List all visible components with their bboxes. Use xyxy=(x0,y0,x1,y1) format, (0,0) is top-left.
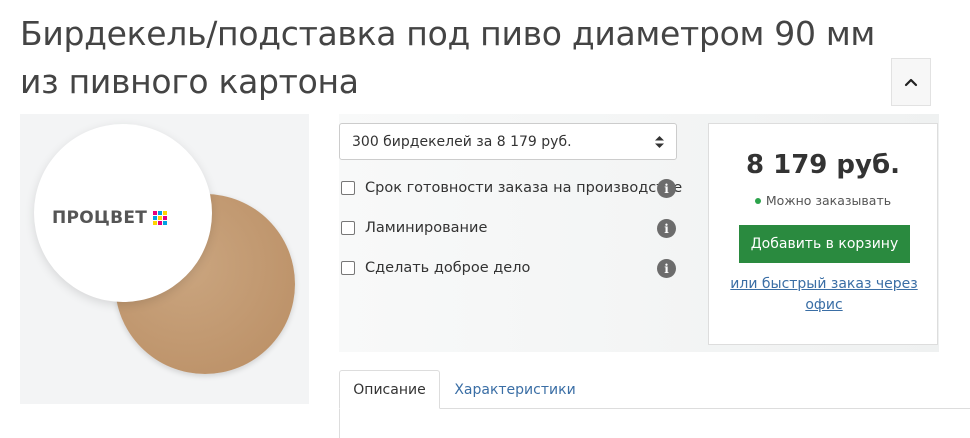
info-icon[interactable]: i xyxy=(657,259,676,278)
brand-logo: ПРОЦВЕТ xyxy=(52,208,168,228)
info-icon[interactable]: i xyxy=(657,179,676,198)
option-good-deed: Сделать доброе дело xyxy=(339,260,530,276)
sort-arrows-icon xyxy=(655,135,664,148)
good-deed-label: Сделать доброе дело xyxy=(365,260,531,276)
brand-logo-text: ПРОЦВЕТ xyxy=(52,208,148,228)
tab-panel xyxy=(339,408,970,438)
tab-characteristics[interactable]: Характеристики xyxy=(450,370,580,409)
page-title: Бирдекель/подставка под пиво диаметром 9… xyxy=(20,14,876,101)
option-production-time: Срок готовности заказа на производстве xyxy=(339,180,682,196)
info-icon[interactable]: i xyxy=(657,219,676,238)
quick-order-label: или быстрый заказ через офис xyxy=(730,276,918,313)
collapse-button[interactable] xyxy=(891,58,931,106)
quick-order-link[interactable]: или быстрый заказ через офис xyxy=(727,274,921,316)
chevron-up-icon xyxy=(904,78,918,87)
production-time-checkbox[interactable] xyxy=(341,181,355,195)
lamination-checkbox[interactable] xyxy=(341,221,355,235)
tab-description[interactable]: Описание xyxy=(339,370,440,409)
production-time-label: Срок готовности заказа на производстве xyxy=(365,180,683,196)
status-dot-icon xyxy=(754,197,761,204)
quantity-select-value: 300 бирдекелей за 8 179 руб. xyxy=(352,133,572,150)
price-box: 8 179 руб. Можно заказывать Добавить в к… xyxy=(708,123,938,345)
quantity-select[interactable]: 300 бирдекелей за 8 179 руб. xyxy=(339,123,677,160)
price-value: 8 179 руб. xyxy=(745,150,901,180)
lamination-label: Ламинирование xyxy=(365,220,488,236)
product-image: ПРОЦВЕТ xyxy=(20,114,309,404)
good-deed-checkbox[interactable] xyxy=(341,261,355,275)
availability-status: Можно заказывать xyxy=(709,193,937,208)
product-tabs: Описание Характеристики xyxy=(339,370,970,438)
brand-logo-mark-icon xyxy=(153,211,168,225)
availability-label: Можно заказывать xyxy=(765,193,892,208)
add-to-cart-button[interactable]: Добавить в корзину xyxy=(739,225,910,263)
option-lamination: Ламинирование xyxy=(339,220,487,236)
